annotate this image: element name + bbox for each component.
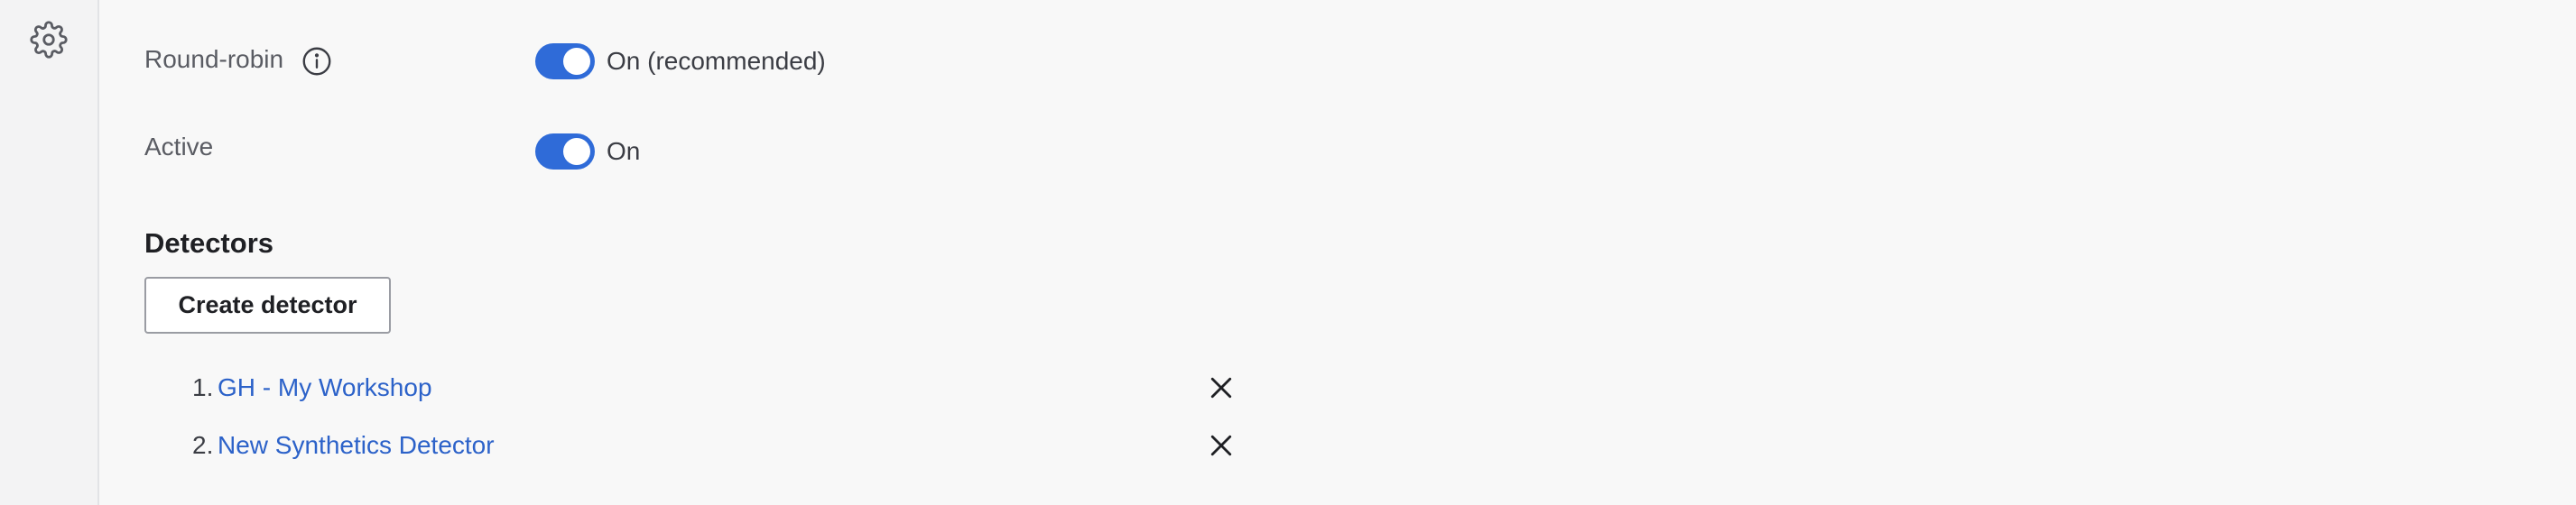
gear-icon <box>30 21 68 59</box>
round-robin-status: On (recommended) <box>607 47 826 75</box>
info-icon[interactable] <box>301 45 333 78</box>
toggle-knob <box>563 138 590 165</box>
remove-detector-button[interactable] <box>1203 427 1239 464</box>
list-item: 1. GH - My Workshop <box>144 368 1282 408</box>
remove-detector-button[interactable] <box>1203 370 1239 406</box>
page: Round-robin On (recommended) Active On D… <box>0 0 2576 505</box>
detector-number: 1. <box>192 373 214 401</box>
close-icon <box>1210 435 1232 456</box>
detector-settings-panel: Round-robin On (recommended) Active On D… <box>144 0 2576 505</box>
round-robin-label: Round-robin <box>144 45 284 73</box>
left-rail <box>0 0 99 505</box>
active-toggle[interactable] <box>535 133 595 170</box>
detector-number: 2. <box>192 431 214 459</box>
round-robin-toggle[interactable] <box>535 43 595 79</box>
toggle-knob <box>563 48 590 75</box>
active-label: Active <box>144 133 214 161</box>
list-item: 2. New Synthetics Detector <box>144 426 1282 465</box>
create-detector-button[interactable]: Create detector <box>144 277 391 334</box>
close-icon <box>1210 377 1232 399</box>
active-status: On <box>607 137 641 165</box>
detector-link[interactable]: GH - My Workshop <box>218 373 432 402</box>
detectors-heading: Detectors <box>144 227 273 259</box>
detector-link[interactable]: New Synthetics Detector <box>218 431 495 460</box>
settings-button[interactable] <box>27 18 70 61</box>
